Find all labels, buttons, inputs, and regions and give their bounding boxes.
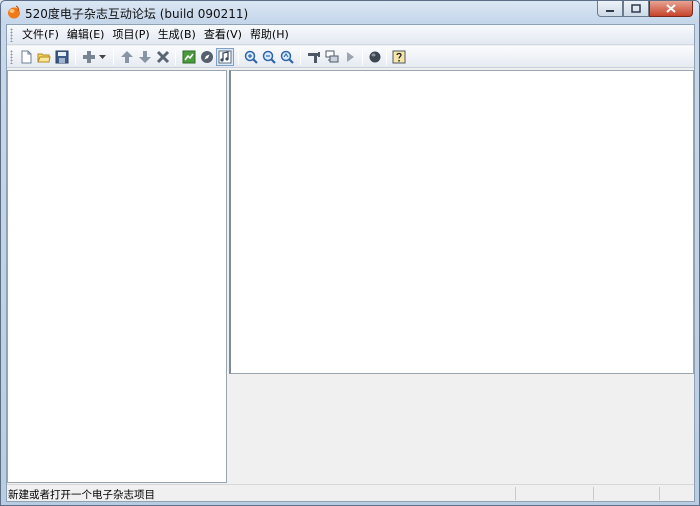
menu-bar: 文件(F) 编辑(E) 项目(P) 生成(B) 查看(V) 帮助(H) <box>7 25 694 45</box>
menu-edit[interactable]: 编辑(E) <box>63 25 109 45</box>
globe-icon <box>369 51 381 63</box>
minimize-icon <box>606 9 614 12</box>
toolbar-separator <box>75 49 76 65</box>
project-tree-panel[interactable] <box>7 70 227 483</box>
move-down-icon <box>139 51 151 63</box>
toolbar-separator <box>362 49 363 65</box>
page-editor-panel[interactable] <box>229 70 694 374</box>
status-bar: 新建或者打开一个电子杂志项目 <box>7 484 694 501</box>
status-divider <box>593 487 594 500</box>
settings-tool-icon <box>308 52 320 63</box>
help-icon <box>392 50 406 64</box>
toolbar <box>7 46 694 68</box>
toolbar-grip[interactable] <box>10 50 13 64</box>
status-divider <box>515 487 516 500</box>
app-window: 520度电子杂志互动论坛 (build 090211) 文件(F) 编辑(E) … <box>0 0 700 506</box>
zoom-out-button[interactable] <box>260 48 278 66</box>
close-button[interactable] <box>649 1 693 17</box>
zoom-fit-button[interactable] <box>278 48 296 66</box>
toolbar-separator <box>113 49 114 65</box>
window-title: 520度电子杂志互动论坛 (build 090211) <box>25 7 249 21</box>
settings-tool-button[interactable] <box>305 48 323 66</box>
caption-buttons <box>597 1 693 17</box>
compass-button[interactable] <box>198 48 216 66</box>
compass-icon <box>201 51 213 63</box>
toolbar-separator <box>175 49 176 65</box>
publish-icon <box>325 50 339 63</box>
open-button[interactable] <box>35 48 53 66</box>
title-bar[interactable]: 520度电子杂志互动论坛 (build 090211) <box>1 1 699 23</box>
preview-button[interactable] <box>180 48 198 66</box>
zoom-fit-icon <box>280 50 294 64</box>
add-page-dropdown[interactable] <box>96 48 108 66</box>
status-divider <box>659 487 660 500</box>
toolbar-separator <box>386 49 387 65</box>
dropdown-arrow-icon <box>98 54 106 59</box>
menu-build[interactable]: 生成(B) <box>154 25 200 45</box>
save-button[interactable] <box>53 48 71 66</box>
globe-button[interactable] <box>366 48 384 66</box>
minimize-button[interactable] <box>597 1 623 17</box>
close-icon <box>666 4 676 13</box>
preview-icon <box>182 50 196 64</box>
toolbar-separator <box>300 49 301 65</box>
play-icon <box>347 52 354 62</box>
menu-view[interactable]: 查看(V) <box>200 25 246 45</box>
play-button[interactable] <box>341 48 359 66</box>
delete-button[interactable] <box>154 48 172 66</box>
add-page-icon <box>83 51 95 63</box>
status-text: 新建或者打开一个电子杂志项目 <box>8 489 155 501</box>
zoom-out-icon <box>262 50 276 64</box>
new-icon <box>21 50 32 64</box>
music-button[interactable] <box>216 48 234 66</box>
delete-icon <box>156 50 170 64</box>
move-up-icon <box>121 51 133 63</box>
zoom-in-icon <box>244 50 258 64</box>
client-area: 文件(F) 编辑(E) 项目(P) 生成(B) 查看(V) 帮助(H) 新建或者… <box>6 24 695 502</box>
move-up-button[interactable] <box>118 48 136 66</box>
new-button[interactable] <box>17 48 35 66</box>
music-icon <box>218 50 232 64</box>
menu-help[interactable]: 帮助(H) <box>246 25 293 45</box>
menu-grip[interactable] <box>10 28 13 42</box>
publish-button[interactable] <box>323 48 341 66</box>
menu-project[interactable]: 项目(P) <box>108 25 153 45</box>
menu-file[interactable]: 文件(F) <box>18 25 63 45</box>
maximize-button[interactable] <box>623 1 649 17</box>
open-folder-icon <box>37 53 51 63</box>
zoom-in-button[interactable] <box>242 48 260 66</box>
help-button[interactable] <box>390 48 408 66</box>
toolbar-separator <box>238 49 239 65</box>
maximize-icon <box>631 4 641 13</box>
app-logo-icon <box>8 5 20 19</box>
move-down-button[interactable] <box>136 48 154 66</box>
save-icon <box>55 50 69 64</box>
